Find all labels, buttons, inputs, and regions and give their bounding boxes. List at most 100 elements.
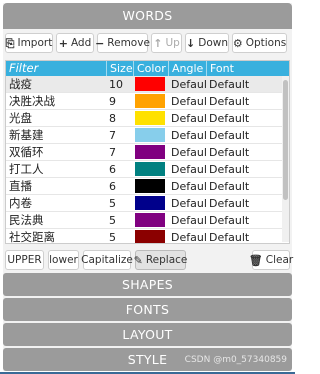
color-cell[interactable] <box>133 93 168 109</box>
remove-label: Remove <box>107 37 150 49</box>
minus-icon: − <box>95 36 105 50</box>
color-swatch[interactable] <box>135 77 165 91</box>
size-cell[interactable]: 5 <box>106 212 133 228</box>
color-cell[interactable] <box>133 127 168 143</box>
font-cell[interactable]: Default <box>206 178 286 194</box>
color-swatch[interactable] <box>135 111 165 125</box>
words-toolbar: ⎘ Import + Add − Remove ↑ Up ↓ Down ⚙ Op… <box>3 29 292 55</box>
angle-column-header[interactable]: Angle <box>168 61 206 76</box>
color-swatch[interactable] <box>135 128 165 142</box>
table-row[interactable]: 战疫 10 Default Default <box>6 76 289 93</box>
font-cell[interactable]: Default <box>206 93 286 109</box>
font-column-header[interactable]: Font <box>206 61 286 76</box>
color-swatch[interactable] <box>135 162 165 176</box>
word-cell[interactable]: 直播 <box>6 178 106 194</box>
scrollbar-thumb[interactable] <box>283 80 288 200</box>
color-swatch[interactable] <box>135 196 165 210</box>
down-button[interactable]: ↓ Down <box>185 33 229 53</box>
angle-cell[interactable]: Default <box>168 229 206 243</box>
color-cell[interactable] <box>133 110 168 126</box>
word-cell[interactable]: 内卷 <box>6 195 106 211</box>
size-cell[interactable]: 8 <box>106 110 133 126</box>
watermark-text: CSDN @m0_57340859 <box>184 355 287 365</box>
color-swatch[interactable] <box>135 179 165 193</box>
font-cell[interactable]: Default <box>206 229 286 243</box>
word-cell[interactable]: 新基建 <box>6 127 106 143</box>
size-column-header[interactable]: Size <box>106 61 133 76</box>
angle-cell[interactable]: Default <box>168 93 206 109</box>
edit-icon: ✎ <box>133 253 143 267</box>
table-row[interactable]: 打工人 6 Default Default <box>6 161 289 178</box>
color-swatch[interactable] <box>135 213 165 227</box>
table-row[interactable]: 内卷 5 Default Default <box>6 195 289 212</box>
size-cell[interactable]: 6 <box>106 161 133 177</box>
color-cell[interactable] <box>133 229 168 243</box>
size-cell[interactable]: 10 <box>106 76 133 92</box>
filter-input[interactable]: Filter <box>6 61 106 76</box>
color-swatch[interactable] <box>135 94 165 108</box>
table-row[interactable]: 新基建 7 Default Default <box>6 127 289 144</box>
options-button[interactable]: ⚙ Options <box>232 33 287 53</box>
font-cell[interactable]: Default <box>206 127 286 143</box>
word-cell[interactable]: 社交距离 <box>6 229 106 243</box>
font-cell[interactable]: Default <box>206 161 286 177</box>
color-cell[interactable] <box>133 195 168 211</box>
word-cell[interactable]: 双循环 <box>6 144 106 160</box>
font-cell[interactable]: Default <box>206 76 286 92</box>
font-cell[interactable]: Default <box>206 195 286 211</box>
angle-cell[interactable]: Default <box>168 76 206 92</box>
table-row[interactable]: 双循环 7 Default Default <box>6 144 289 161</box>
clear-button[interactable]: 🗑 Clear <box>249 250 293 270</box>
word-cell[interactable]: 光盘 <box>6 110 106 126</box>
table-row[interactable]: 社交距离 5 Default Default <box>6 229 289 243</box>
angle-cell[interactable]: Default <box>168 195 206 211</box>
size-cell[interactable]: 5 <box>106 195 133 211</box>
color-swatch[interactable] <box>135 230 165 243</box>
table-row[interactable]: 决胜决战 9 Default Default <box>6 93 289 110</box>
angle-cell[interactable]: Default <box>168 127 206 143</box>
size-cell[interactable]: 9 <box>106 93 133 109</box>
color-cell[interactable] <box>133 212 168 228</box>
size-cell[interactable]: 6 <box>106 178 133 194</box>
capitalize-button[interactable]: Capitalize <box>81 250 133 270</box>
word-cell[interactable]: 战疫 <box>6 76 106 92</box>
table-row[interactable]: 光盘 8 Default Default <box>6 110 289 127</box>
table-row[interactable]: 民法典 5 Default Default <box>6 212 289 229</box>
table-row[interactable]: 直播 6 Default Default <box>6 178 289 195</box>
import-label: Import <box>17 37 53 49</box>
word-cell[interactable]: 民法典 <box>6 212 106 228</box>
remove-button[interactable]: − Remove <box>95 33 150 53</box>
replace-button[interactable]: ✎ Replace <box>133 250 187 270</box>
table-scrollbar[interactable] <box>282 76 289 242</box>
font-cell[interactable]: Default <box>206 144 286 160</box>
color-cell[interactable] <box>133 161 168 177</box>
color-cell[interactable] <box>133 144 168 160</box>
import-button[interactable]: ⎘ Import <box>5 33 53 53</box>
font-cell[interactable]: Default <box>206 212 286 228</box>
color-swatch[interactable] <box>135 145 165 159</box>
layout-section-header[interactable]: LAYOUT <box>3 323 292 346</box>
angle-cell[interactable]: Default <box>168 178 206 194</box>
angle-cell[interactable]: Default <box>168 161 206 177</box>
angle-cell[interactable]: Default <box>168 144 206 160</box>
color-cell[interactable] <box>133 178 168 194</box>
angle-cell[interactable]: Default <box>168 110 206 126</box>
upper-button[interactable]: UPPER <box>5 250 44 270</box>
word-cell[interactable]: 打工人 <box>6 161 106 177</box>
color-column-header[interactable]: Color <box>133 61 168 76</box>
words-section-header[interactable]: WORDS <box>3 3 292 29</box>
lower-button[interactable]: lower <box>48 250 79 270</box>
size-cell[interactable]: 7 <box>106 144 133 160</box>
shapes-section-header[interactable]: SHAPES <box>3 273 292 296</box>
size-cell[interactable]: 5 <box>106 229 133 243</box>
add-label: Add <box>70 37 92 49</box>
size-cell[interactable]: 7 <box>106 127 133 143</box>
add-button[interactable]: + Add <box>56 33 94 53</box>
fonts-section-header[interactable]: FONTS <box>3 298 292 321</box>
angle-cell[interactable]: Default <box>168 212 206 228</box>
color-cell[interactable] <box>133 76 168 92</box>
up-button[interactable]: ↑ Up <box>151 33 182 53</box>
font-cell[interactable]: Default <box>206 110 286 126</box>
word-cell[interactable]: 决胜决战 <box>6 93 106 109</box>
